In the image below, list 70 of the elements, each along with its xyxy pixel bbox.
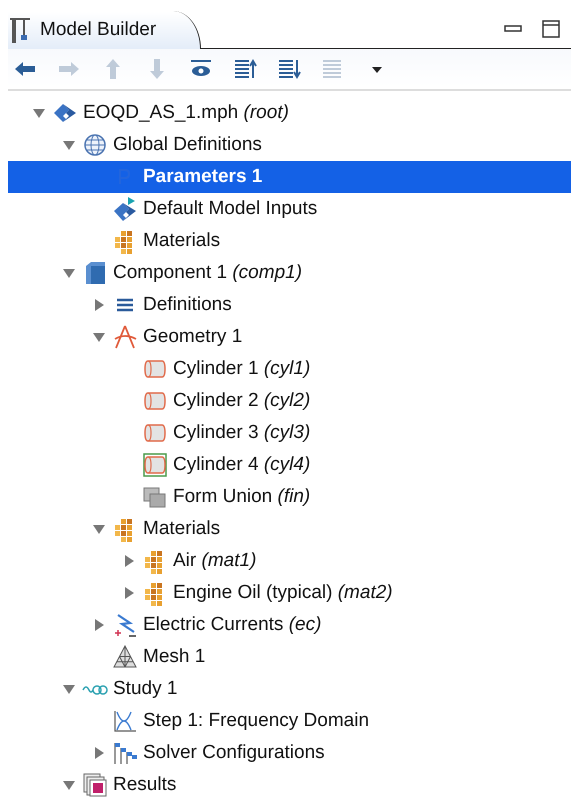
expand-list-icon[interactable] — [276, 57, 302, 81]
collapse-list-icon[interactable] — [232, 57, 258, 81]
tree-row[interactable]: Default Model Inputs — [8, 193, 571, 225]
tree-row[interactable]: Results — [8, 769, 571, 801]
maximize-icon[interactable] — [541, 19, 561, 39]
tree-row[interactable]: Step 1: Frequency Domain — [8, 705, 571, 737]
tree-row[interactable]: Component 1 (comp1) — [8, 257, 571, 289]
lightning-icon — [112, 612, 138, 638]
tree-row[interactable]: Study 1 — [8, 673, 571, 705]
tree-row[interactable]: Materials — [8, 225, 571, 257]
tree-row[interactable]: Air (mat1) — [8, 545, 571, 577]
expand-icon[interactable] — [92, 618, 106, 632]
tree-label: Materials — [143, 230, 220, 252]
tree-label: Air (mat1) — [173, 550, 256, 572]
expand-icon[interactable] — [122, 586, 136, 600]
tree-label: Materials — [143, 518, 220, 540]
collapse-icon[interactable] — [32, 106, 46, 120]
tree-label: Component 1 (comp1) — [113, 262, 302, 284]
expand-icon[interactable] — [122, 554, 136, 568]
tree-row[interactable]: Solver Configurations — [8, 737, 571, 769]
tree-label: Solver Configurations — [143, 742, 325, 764]
collapse-icon[interactable] — [62, 778, 76, 792]
tree-row[interactable]: Cylinder 4 (cyl4) — [8, 449, 571, 481]
results-icon — [82, 772, 108, 798]
collapse-icon[interactable] — [62, 266, 76, 280]
tree-label: Study 1 — [113, 678, 178, 700]
tree-row[interactable]: EOQD_AS_1.mph (root) — [8, 97, 571, 129]
tree-label: Parameters 1 — [143, 166, 262, 188]
tree-label: Electric Currents (ec) — [143, 614, 322, 636]
tree-row[interactable]: Materials — [8, 513, 571, 545]
cube-flag-icon — [112, 196, 138, 222]
expand-icon[interactable] — [92, 746, 106, 760]
builder-icon — [10, 16, 32, 44]
tree-label: Cylinder 1 (cyl1) — [173, 358, 310, 380]
tree-label: Step 1: Frequency Domain — [143, 710, 370, 732]
tree-row[interactable]: Cylinder 2 (cyl2) — [8, 385, 571, 417]
compass-icon — [112, 324, 138, 350]
expand-icon[interactable] — [92, 298, 106, 312]
globe-icon — [82, 132, 108, 158]
tree-row[interactable]: Parameters 1 — [8, 161, 571, 193]
tree-label: Geometry 1 — [143, 326, 242, 348]
tree-row[interactable]: Engine Oil (typical) (mat2) — [8, 577, 571, 609]
tree-label: Cylinder 4 (cyl4) — [173, 454, 310, 476]
solver-icon — [112, 740, 138, 766]
tree-label: Definitions — [143, 294, 232, 316]
tree-label: Cylinder 3 (cyl3) — [173, 422, 310, 444]
frequency-icon — [112, 708, 138, 734]
tree-label: Results — [113, 774, 176, 796]
tree-label: Default Model Inputs — [143, 198, 318, 220]
tree-row[interactable]: Geometry 1 — [8, 321, 571, 353]
collapse-icon[interactable] — [62, 682, 76, 696]
tree-label: Form Union (fin) — [173, 486, 310, 508]
collapse-icon[interactable] — [92, 330, 106, 344]
tree-label: EOQD_AS_1.mph (root) — [83, 102, 289, 124]
tree-label: Mesh 1 — [143, 646, 206, 668]
collapse-icon[interactable] — [92, 522, 106, 536]
tree-label: Global Definitions — [113, 134, 262, 156]
tree-row[interactable]: Global Definitions — [8, 129, 571, 161]
tree-row[interactable]: Cylinder 1 (cyl1) — [8, 353, 571, 385]
tree-row[interactable]: Cylinder 3 (cyl3) — [8, 417, 571, 449]
tree-row[interactable]: Definitions — [8, 289, 571, 321]
tree-row[interactable]: Form Union (fin) — [8, 481, 571, 513]
panel-tab[interactable]: Model Builder — [8, 10, 202, 49]
collapse-icon[interactable] — [62, 138, 76, 152]
tree-row[interactable]: Mesh 1 — [8, 641, 571, 673]
mesh-icon — [112, 644, 138, 670]
cylinder-icon — [142, 452, 168, 478]
tree-row[interactable]: Electric Currents (ec) — [8, 609, 571, 641]
tree-label: Engine Oil (typical) (mat2) — [173, 582, 393, 604]
tree-label: Cylinder 2 (cyl2) — [173, 390, 310, 412]
